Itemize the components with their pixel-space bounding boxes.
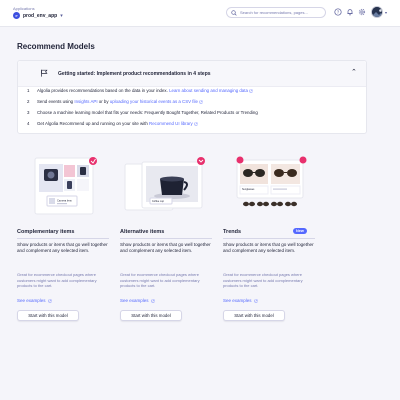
search-icon	[231, 9, 237, 16]
card-title: Alternative items	[120, 229, 165, 235]
help-icon[interactable]: ?	[334, 8, 342, 16]
step-number: 3	[27, 110, 30, 115]
model-card-alternative: Coffee cup Alternative items Show produc…	[120, 152, 212, 326]
divider	[17, 238, 109, 239]
step-text: Algolia provides recommendations based o…	[37, 88, 168, 93]
external-link-icon	[254, 299, 258, 302]
sending-data-link[interactable]: Learn about sending and managing data	[169, 88, 248, 93]
settings-icon[interactable]	[358, 8, 366, 16]
see-examples-link[interactable]: See examples	[223, 298, 258, 303]
card-note: Great for ecommerce checkout pages where…	[17, 272, 97, 288]
card-note: Great for ecommerce checkout pages where…	[120, 272, 200, 288]
step-4: 4 Get Algolia Recommend up and running on…	[27, 121, 198, 126]
image-caption: Coffee cup	[152, 200, 165, 203]
external-link-icon	[194, 122, 198, 125]
step-number: 4	[27, 121, 30, 126]
step-2: 2 Send events using Insights API or by up…	[27, 99, 203, 104]
insights-api-link[interactable]: Insights API	[74, 99, 97, 104]
step-text: or by	[98, 99, 109, 104]
top-bar: Applications P prod_env_app ▾ Search for…	[0, 0, 400, 27]
flag-icon	[41, 69, 48, 77]
svg-text:?: ?	[337, 10, 340, 15]
search-input[interactable]: Search for recommendations, pages...	[226, 7, 326, 18]
divider	[223, 238, 315, 239]
step-text: Choose a machine learning model that fit…	[37, 110, 258, 115]
avatar-image	[372, 7, 382, 17]
complementary-items-illustration: Camera lens	[34, 157, 97, 215]
card-note: Great for ecommerce checkout pages where…	[223, 272, 303, 288]
image-caption: Sunglasses	[242, 188, 255, 191]
step-1: 1 Algolia provides recommendations based …	[27, 88, 253, 93]
model-card-complementary: Camera lens Complementary items Show pro…	[17, 152, 109, 326]
step-number: 1	[27, 88, 30, 93]
start-model-button[interactable]: Start with this model	[17, 310, 79, 321]
card-title: Complementary items	[17, 229, 75, 235]
start-model-button[interactable]: Start with this model	[120, 310, 182, 321]
card-description: Show products or items that go well toge…	[223, 242, 314, 254]
app-badge: P	[13, 12, 20, 19]
chevron-down-icon: ▾	[385, 10, 388, 15]
trends-illustration: Sunglasses	[236, 156, 307, 213]
card-description: Show products or items that go well toge…	[17, 242, 108, 254]
app-name: prod_env_app	[23, 12, 58, 19]
getting-started-title: Getting started: Implement product recom…	[58, 71, 211, 77]
search-placeholder: Search for recommendations, pages...	[240, 10, 308, 15]
alternative-items-illustration: Coffee cup	[124, 157, 205, 211]
getting-started-panel: Getting started: Implement product recom…	[17, 60, 367, 134]
see-examples-label: See examples	[223, 298, 252, 303]
card-title: Trends	[223, 229, 242, 235]
image-caption: Camera lens	[57, 199, 72, 203]
avatar[interactable]	[371, 6, 383, 18]
see-examples-link[interactable]: See examples	[17, 298, 52, 303]
step-3: 3 Choose a machine learning model that fi…	[27, 110, 258, 115]
external-link-icon	[48, 299, 52, 302]
see-examples-link[interactable]: See examples	[120, 298, 155, 303]
getting-started-header[interactable]: Getting started: Implement product recom…	[18, 61, 366, 87]
external-link-icon	[249, 89, 253, 92]
step-number: 2	[27, 99, 30, 104]
model-card-trends: Sunglasses Trends New Show products or i…	[223, 152, 315, 326]
app-label: Applications	[13, 6, 35, 11]
start-model-button[interactable]: Start with this model	[223, 310, 285, 321]
chevron-up-icon[interactable]: ⌃	[351, 68, 357, 76]
new-badge: New	[293, 228, 307, 234]
external-link-icon	[199, 100, 203, 103]
step-text: Send events using	[37, 99, 74, 104]
divider	[120, 238, 212, 239]
card-description: Show products or items that go well toge…	[120, 242, 211, 254]
notifications-icon[interactable]	[346, 8, 354, 16]
csv-upload-link[interactable]: uploading your historical events as a CS…	[110, 99, 198, 104]
external-link-icon	[151, 299, 155, 302]
chevron-down-icon: ▾	[60, 12, 63, 19]
see-examples-label: See examples	[17, 298, 46, 303]
step-text: Get Algolia Recommend up and running on …	[37, 121, 148, 126]
see-examples-label: See examples	[120, 298, 149, 303]
page-title: Recommend Models	[17, 42, 95, 51]
recommend-ui-library-link[interactable]: Recommend UI library	[149, 121, 193, 126]
app-selector[interactable]: P prod_env_app ▾	[13, 12, 63, 19]
